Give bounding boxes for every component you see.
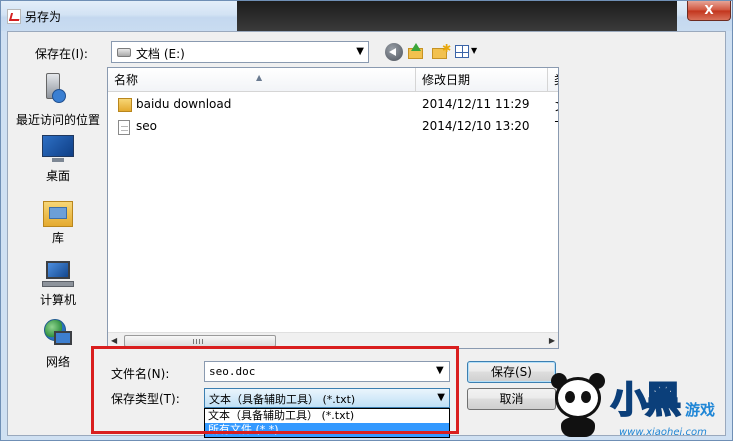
column-header-type[interactable]: 类	[548, 68, 558, 92]
watermark-title: 小黑	[610, 379, 682, 422]
drive-icon	[117, 48, 131, 57]
column-header-date[interactable]: 修改日期	[416, 68, 548, 92]
list-item[interactable]: baidu download 2014/12/11 11:29 文	[108, 94, 558, 116]
item-type: T	[555, 119, 558, 133]
item-type: 文	[555, 97, 558, 114]
recent-places-icon	[42, 73, 66, 107]
scroll-left-icon[interactable]: ◀	[111, 336, 117, 345]
place-label: 桌面	[45, 169, 70, 183]
places-bar: 最近访问的位置 桌面 库 计算机 网络	[12, 67, 104, 369]
folder-icon	[118, 98, 132, 112]
watermark-subtitle: 游戏	[685, 401, 716, 419]
close-button[interactable]: X	[687, 1, 731, 21]
pdf-app-icon	[7, 9, 21, 24]
column-header-name[interactable]: ▲ 名称	[108, 68, 416, 92]
file-list[interactable]: ▲ 名称 修改日期 类 baidu download 2014/12/11 11…	[107, 67, 559, 349]
item-name: baidu download	[136, 97, 232, 111]
panda-mascot-icon	[551, 373, 605, 437]
back-arrow-icon[interactable]	[385, 43, 403, 61]
list-item[interactable]: seo 2014/12/10 13:20 T	[108, 116, 558, 138]
title-bar-dark-area	[237, 1, 677, 31]
title-bar[interactable]: 另存为 X	[1, 1, 732, 31]
scroll-right-icon[interactable]: ▶	[549, 336, 555, 345]
save-in-label: 保存在(I):	[35, 47, 88, 61]
save-as-dialog: 另存为 X 保存在(I): 文档 (E:) ▼ ✱ ▼ 最近访问的位置 桌面 库…	[0, 0, 733, 441]
libraries-icon	[43, 197, 73, 227]
chevron-down-icon[interactable]: ▼	[356, 46, 364, 57]
place-label: 最近访问的位置	[15, 113, 100, 127]
red-highlight-box	[91, 346, 459, 434]
watermark-url: www.xiaohei.com	[619, 427, 707, 438]
save-in-value: 文档 (E:)	[136, 47, 185, 61]
item-name: seo	[136, 119, 157, 133]
up-folder-icon[interactable]	[407, 43, 425, 61]
text-document-icon	[118, 120, 130, 135]
window-title: 另存为	[25, 10, 62, 24]
place-label: 计算机	[39, 293, 76, 307]
sort-ascending-icon: ▲	[256, 73, 263, 82]
watermark-logo: 小黑 游戏 www.xiaohei.com	[541, 369, 733, 441]
item-date: 2014/12/10 13:20	[422, 119, 530, 133]
computer-icon	[42, 259, 74, 289]
desktop-icon	[42, 135, 74, 163]
network-icon	[42, 319, 74, 351]
save-in-combobox[interactable]: 文档 (E:) ▼	[111, 41, 369, 63]
item-date: 2014/12/11 11:29	[422, 97, 530, 111]
new-folder-icon[interactable]: ✱	[431, 42, 451, 61]
views-menu-icon[interactable]: ▼	[454, 43, 480, 61]
place-label: 库	[51, 231, 64, 245]
